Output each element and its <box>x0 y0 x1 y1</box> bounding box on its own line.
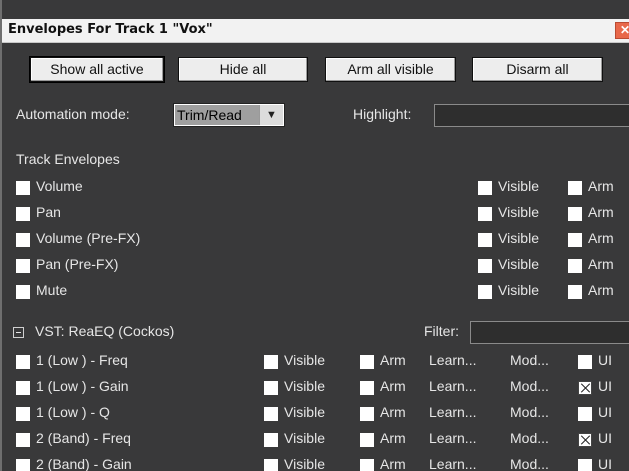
arm-label: Arm <box>380 378 406 394</box>
envelope-label: Volume (Pre-FX) <box>36 230 141 246</box>
arm-label: Arm <box>588 204 614 220</box>
close-icon[interactable]: ✕ <box>615 22 629 39</box>
param-ui-checkbox[interactable] <box>578 433 592 447</box>
ui-label: UI <box>598 430 612 446</box>
automation-mode-select[interactable]: Trim/Read ▼ <box>173 103 285 127</box>
visible-checkbox[interactable] <box>478 181 492 195</box>
param-label: 2 (Band) - Freq <box>36 430 131 446</box>
envelope-label: Pan <box>36 204 61 220</box>
envelopes-window: Envelopes For Track 1 "Vox" ✕ Show all a… <box>0 0 629 471</box>
param-arm-checkbox[interactable] <box>360 381 374 395</box>
param-visible-checkbox[interactable] <box>264 381 278 395</box>
ui-label: UI <box>598 404 612 420</box>
arm-checkbox[interactable] <box>568 181 582 195</box>
arm-label: Arm <box>380 456 406 471</box>
visible-label: Visible <box>498 178 539 194</box>
param-visible-checkbox[interactable] <box>264 407 278 421</box>
filter-input[interactable] <box>470 321 629 344</box>
envelope-label: Mute <box>36 282 68 298</box>
title-bar[interactable]: Envelopes For Track 1 "Vox" ✕ <box>2 19 629 43</box>
visible-label: Visible <box>284 378 325 394</box>
param-ui-checkbox[interactable] <box>578 459 592 471</box>
highlight-input[interactable] <box>434 104 629 127</box>
learn-button[interactable]: Learn... <box>429 378 476 394</box>
arm-label: Arm <box>588 178 614 194</box>
param-arm-checkbox[interactable] <box>360 459 374 471</box>
param-arm-checkbox[interactable] <box>360 355 374 369</box>
hide-all-button[interactable]: Hide all <box>178 57 308 82</box>
arm-label: Arm <box>380 352 406 368</box>
param-ui-checkbox[interactable] <box>578 355 592 369</box>
automation-mode-label: Automation mode: <box>16 106 130 122</box>
highlight-label: Highlight: <box>353 106 412 122</box>
disarm-all-button[interactable]: Disarm all <box>472 57 603 82</box>
visible-checkbox[interactable] <box>478 207 492 221</box>
ui-label: UI <box>598 456 612 471</box>
mod-button[interactable]: Mod... <box>510 404 549 420</box>
param-enable-checkbox[interactable] <box>16 381 30 395</box>
param-label: 1 (Low ) - Gain <box>36 378 129 394</box>
show-all-active-button[interactable]: Show all active <box>29 56 165 83</box>
visible-label: Visible <box>498 282 539 298</box>
arm-label: Arm <box>380 430 406 446</box>
mod-button[interactable]: Mod... <box>510 352 549 368</box>
chevron-down-icon[interactable]: ▼ <box>259 105 283 125</box>
visible-checkbox[interactable] <box>478 285 492 299</box>
visible-checkbox[interactable] <box>478 233 492 247</box>
filter-label: Filter: <box>424 323 459 339</box>
mod-button[interactable]: Mod... <box>510 430 549 446</box>
envelope-enable-checkbox[interactable] <box>16 181 30 195</box>
learn-button[interactable]: Learn... <box>429 456 476 471</box>
plugin-name: VST: ReaEQ (Cockos) <box>35 323 175 339</box>
arm-all-visible-button[interactable]: Arm all visible <box>325 57 456 82</box>
track-envelopes-heading: Track Envelopes <box>16 151 120 167</box>
param-label: 1 (Low ) - Freq <box>36 352 128 368</box>
visible-label: Visible <box>284 352 325 368</box>
arm-checkbox[interactable] <box>568 233 582 247</box>
param-enable-checkbox[interactable] <box>16 433 30 447</box>
ui-label: UI <box>598 352 612 368</box>
visible-label: Visible <box>498 204 539 220</box>
param-enable-checkbox[interactable] <box>16 407 30 421</box>
param-enable-checkbox[interactable] <box>16 355 30 369</box>
mod-button[interactable]: Mod... <box>510 456 549 471</box>
arm-label: Arm <box>380 404 406 420</box>
envelope-enable-checkbox[interactable] <box>16 233 30 247</box>
param-enable-checkbox[interactable] <box>16 459 30 471</box>
envelope-enable-checkbox[interactable] <box>16 259 30 273</box>
param-label: 2 (Band) - Gain <box>36 456 132 471</box>
arm-checkbox[interactable] <box>568 259 582 273</box>
arm-label: Arm <box>588 230 614 246</box>
param-arm-checkbox[interactable] <box>360 433 374 447</box>
mod-button[interactable]: Mod... <box>510 378 549 394</box>
param-visible-checkbox[interactable] <box>264 433 278 447</box>
envelope-enable-checkbox[interactable] <box>16 207 30 221</box>
arm-checkbox[interactable] <box>568 207 582 221</box>
visible-label: Visible <box>498 256 539 272</box>
learn-button[interactable]: Learn... <box>429 404 476 420</box>
envelope-enable-checkbox[interactable] <box>16 285 30 299</box>
visible-checkbox[interactable] <box>478 259 492 273</box>
param-visible-checkbox[interactable] <box>264 459 278 471</box>
collapse-icon[interactable] <box>13 327 24 338</box>
arm-label: Arm <box>588 256 614 272</box>
visible-label: Visible <box>284 404 325 420</box>
automation-mode-value: Trim/Read <box>175 105 260 125</box>
arm-label: Arm <box>588 282 614 298</box>
visible-label: Visible <box>498 230 539 246</box>
envelope-label: Volume <box>36 178 83 194</box>
window-title: Envelopes For Track 1 "Vox" <box>8 22 213 37</box>
visible-label: Visible <box>284 456 325 471</box>
visible-label: Visible <box>284 430 325 446</box>
ui-label: UI <box>598 378 612 394</box>
param-arm-checkbox[interactable] <box>360 407 374 421</box>
learn-button[interactable]: Learn... <box>429 352 476 368</box>
envelope-label: Pan (Pre-FX) <box>36 256 119 272</box>
param-ui-checkbox[interactable] <box>578 407 592 421</box>
param-visible-checkbox[interactable] <box>264 355 278 369</box>
param-label: 1 (Low ) - Q <box>36 404 110 420</box>
learn-button[interactable]: Learn... <box>429 430 476 446</box>
arm-checkbox[interactable] <box>568 285 582 299</box>
param-ui-checkbox[interactable] <box>578 381 592 395</box>
